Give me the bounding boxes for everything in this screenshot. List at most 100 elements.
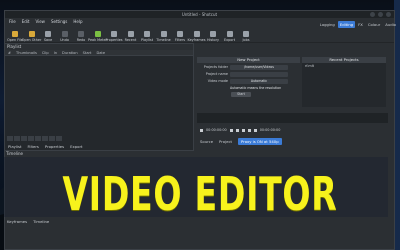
tab-playlist[interactable]: Playlist <box>8 144 22 149</box>
toolbar-label: History <box>206 38 220 42</box>
folder-field[interactable]: /home/user/Videos <box>230 64 288 70</box>
save-icon <box>45 31 51 37</box>
toolbar-button-peak-meter[interactable]: Peak Meter <box>88 26 107 42</box>
close-icon[interactable] <box>386 12 391 17</box>
toolbar-label: Filters <box>174 38 186 42</box>
toolbar-label: Redo <box>76 38 86 42</box>
toolbar-button-open-file[interactable]: Open File <box>7 26 23 42</box>
source-tabs: Source Project Proxy is ON at 540p <box>197 138 282 145</box>
toolbar-button-properties[interactable]: Properties <box>105 26 123 42</box>
proxy-badge[interactable]: Proxy is ON at 540p <box>238 138 282 145</box>
icon-view-icon[interactable] <box>56 136 62 141</box>
playlist-panel: Playlist # Thumbnails Clip In Duration S… <box>4 43 194 151</box>
col-clip[interactable]: Clip <box>42 51 49 55</box>
new-project-panel: New Project Projects folder/home/user/Vi… <box>197 57 300 107</box>
toolbar-button-keyframes[interactable]: Keyframes <box>188 26 205 42</box>
remove-icon[interactable] <box>21 136 27 141</box>
video-mode-select[interactable]: Automatic <box>230 78 288 84</box>
recent-item[interactable]: rf.mlt <box>302 63 386 69</box>
col-in[interactable]: In <box>54 51 57 55</box>
playlist-columns: # Thumbnails Clip In Duration Start Date <box>5 50 193 56</box>
properties-icon <box>111 31 117 37</box>
new-project-header: New Project <box>197 57 300 63</box>
col-start[interactable]: Start <box>83 51 92 55</box>
update-icon[interactable] <box>28 136 34 141</box>
folder-icon <box>12 31 18 37</box>
rewind-icon[interactable] <box>235 128 239 132</box>
menu-help[interactable]: Help <box>73 19 82 24</box>
title-bar: Untitled - Shotcut <box>5 11 394 18</box>
auto-note: Automatic means the resolution <box>230 85 282 90</box>
layout-fx[interactable]: FX <box>356 21 365 28</box>
menu-settings[interactable]: Settings <box>51 19 67 24</box>
window-controls <box>370 12 391 17</box>
undo-icon <box>61 31 68 37</box>
toolbar-button-open-other[interactable]: Open Other <box>21 26 42 42</box>
toolbar-button-filters[interactable]: Filters <box>172 26 188 42</box>
toolbar-button-playlist[interactable]: Playlist <box>139 26 155 42</box>
recent-projects-panel: Recent Projects rf.mlt <box>302 57 386 107</box>
duration-timecode: 00:00:00:00 <box>259 128 281 132</box>
col-number[interactable]: # <box>8 51 11 55</box>
toolbar-label: Save <box>43 38 53 42</box>
current-timecode[interactable]: 00:00:00:00 <box>206 128 227 132</box>
col-thumbnails[interactable]: Thumbnails <box>16 51 37 55</box>
transport-controls: 00:00:00:00 00:00:00:00 <box>197 126 388 134</box>
append-icon[interactable] <box>35 136 41 141</box>
name-label: Project name <box>205 72 228 76</box>
col-duration[interactable]: Duration <box>62 51 78 55</box>
tab-project[interactable]: Project <box>219 139 232 144</box>
toolbar-button-timeline[interactable]: Timeline <box>156 26 172 42</box>
layout-logging[interactable]: Logging <box>318 21 337 28</box>
tab-source[interactable]: Source <box>200 139 213 144</box>
folder-label: Projects folder <box>203 65 228 69</box>
col-date[interactable]: Date <box>96 51 105 55</box>
menu-edit[interactable]: Edit <box>22 19 30 24</box>
start-button[interactable]: Start <box>231 92 251 97</box>
tab-timeline[interactable]: Timeline <box>33 219 49 224</box>
history-icon <box>210 31 216 37</box>
playlist-tabs: Playlist Filters Properties Export <box>5 143 83 150</box>
timecode-icon <box>200 128 203 132</box>
layout-switcher: Logging Editing FX Colour Audio <box>318 21 398 28</box>
toolbar-button-recent[interactable]: Recent <box>123 26 139 42</box>
list-view-icon[interactable] <box>42 136 48 141</box>
layout-colour[interactable]: Colour <box>366 21 382 28</box>
skip-start-icon[interactable] <box>229 128 233 132</box>
toolbar-button-export[interactable]: Export <box>222 26 238 42</box>
fast-forward-icon[interactable] <box>247 128 251 132</box>
layout-audio[interactable]: Audio <box>383 21 398 28</box>
grid-view-icon[interactable] <box>49 136 55 141</box>
jobs-icon <box>243 31 249 37</box>
timeline-icon <box>160 31 167 37</box>
toolbar-label: Peak Meter <box>88 38 107 42</box>
toolbar-label: Open Other <box>21 38 42 42</box>
minimize-icon[interactable] <box>370 12 375 17</box>
toolbar-label: Playlist <box>140 38 154 42</box>
toolbar-label: Open File <box>7 38 23 42</box>
toolbar-button-history[interactable]: History <box>205 26 221 42</box>
toolbar-button-save[interactable]: Save <box>40 26 56 42</box>
add-icon[interactable] <box>14 136 20 141</box>
tab-properties[interactable]: Properties <box>45 144 64 149</box>
scrubber-bar[interactable] <box>197 113 388 123</box>
menu-view[interactable]: View <box>35 19 45 24</box>
tab-export[interactable]: Export <box>70 144 82 149</box>
redo-icon <box>78 31 84 37</box>
overlay-title: VIDEO EDITOR <box>62 167 338 221</box>
toolbar-button-redo[interactable]: Redo <box>73 26 89 42</box>
project-name-field[interactable] <box>230 71 288 77</box>
maximize-icon[interactable] <box>378 12 383 17</box>
mode-label: Video mode <box>207 79 228 83</box>
toolbar-label: Properties <box>105 38 123 42</box>
skip-end-icon[interactable] <box>253 128 257 132</box>
layout-editing[interactable]: Editing <box>337 21 356 28</box>
play-icon[interactable] <box>241 128 245 132</box>
menu-icon[interactable] <box>7 136 13 141</box>
tab-filters[interactable]: Filters <box>28 144 39 149</box>
menu-file[interactable]: File <box>9 19 16 24</box>
toolbar-label: Recent <box>124 38 137 42</box>
toolbar-button-jobs[interactable]: Jobs <box>238 26 254 42</box>
tab-keyframes[interactable]: Keyframes <box>7 219 27 224</box>
toolbar-button-undo[interactable]: Undo <box>57 26 73 42</box>
